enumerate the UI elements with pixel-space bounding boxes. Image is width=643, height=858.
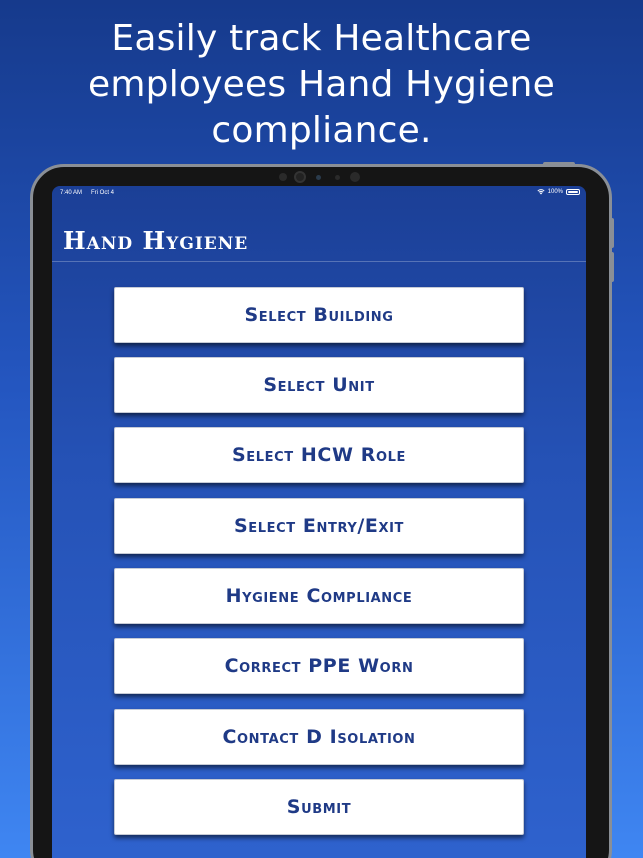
marketing-headline: Easily track Healthcare employees Hand H…: [0, 16, 643, 154]
title-divider: [52, 261, 586, 262]
battery-percent: 100%: [547, 189, 563, 195]
headline-line-1: Easily track Healthcare: [111, 18, 532, 59]
camera-sensor-dot: [350, 172, 360, 182]
status-time: 7:40 AM: [60, 190, 83, 196]
correct-ppe-worn-button[interactable]: Correct PPE Worn: [114, 638, 524, 694]
camera-sensor-dot: [279, 173, 287, 181]
hygiene-compliance-button[interactable]: Hygiene Compliance: [114, 568, 524, 624]
headline-line-3: compliance.: [211, 110, 432, 151]
select-hcw-role-button[interactable]: Select HCW Role: [114, 427, 524, 483]
status-date: Fri Oct 4: [91, 190, 115, 196]
status-indicators: 100%: [537, 189, 580, 195]
select-building-button[interactable]: Select Building: [114, 287, 524, 343]
wifi-icon: [537, 189, 545, 195]
submit-button[interactable]: Submit: [114, 779, 524, 835]
status-bar: 7:40 AM Fri Oct 4 100%: [52, 186, 586, 202]
select-entry-exit-button[interactable]: Select Entry/Exit: [114, 498, 524, 554]
app-screen: 7:40 AM Fri Oct 4 100% Hand Hygiene Sele…: [52, 186, 586, 858]
headline-line-2: employees Hand Hygiene: [88, 64, 555, 105]
camera-sensor-dot: [316, 175, 321, 180]
camera-lens-icon: [294, 171, 306, 183]
select-unit-button[interactable]: Select Unit: [114, 357, 524, 413]
contact-d-isolation-button[interactable]: Contact D Isolation: [114, 709, 524, 765]
camera-sensor-dot: [335, 175, 340, 180]
battery-icon: [566, 189, 580, 195]
page-title: Hand Hygiene: [63, 226, 249, 255]
